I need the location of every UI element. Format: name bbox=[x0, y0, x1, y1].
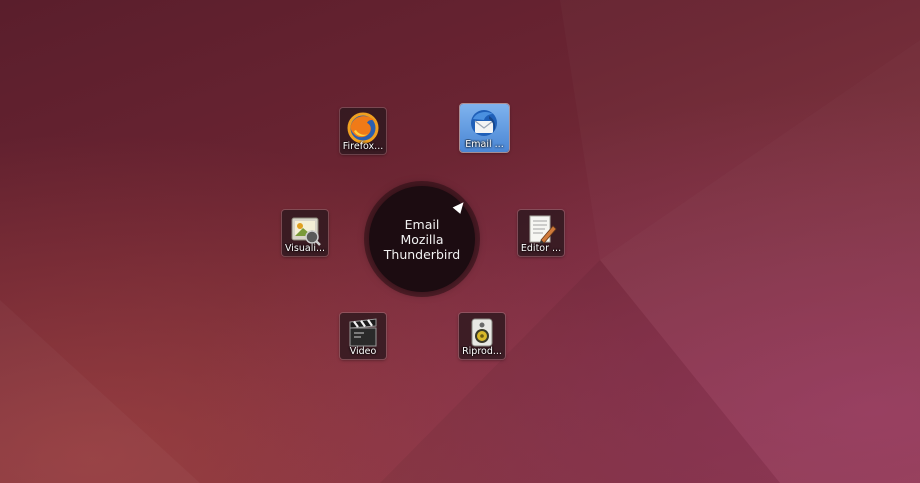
launcher-item-video[interactable]: Video bbox=[340, 313, 386, 359]
hub-title-line: Thunderbird bbox=[383, 246, 461, 262]
launcher-item-label: Video bbox=[349, 346, 377, 357]
launcher-item-label: Editor ... bbox=[520, 243, 562, 254]
launcher-item-label: Firefox... bbox=[342, 141, 384, 152]
launcher-item-text-editor[interactable]: Editor ... bbox=[518, 210, 564, 256]
launcher-item-label: Visuali... bbox=[284, 243, 326, 254]
launcher-item-firefox[interactable]: Firefox... bbox=[340, 108, 386, 154]
launcher-item-image-viewer[interactable]: Visuali... bbox=[282, 210, 328, 256]
launcher-item-label: Email ... bbox=[465, 139, 504, 150]
desktop-background: Firefox... Email ... Visuali... Editor .… bbox=[0, 0, 920, 483]
launcher-item-audio-player[interactable]: Riprod... bbox=[459, 313, 505, 359]
launcher-item-label: Riprod... bbox=[462, 346, 502, 357]
firefox-icon bbox=[347, 112, 379, 144]
text-editor-icon bbox=[529, 215, 557, 244]
thunderbird-icon bbox=[471, 110, 497, 136]
speaker-icon bbox=[471, 318, 493, 347]
image-viewer-icon bbox=[291, 217, 321, 246]
hub-title-line: Mozilla bbox=[400, 231, 444, 247]
video-clapperboard-icon bbox=[349, 318, 377, 347]
hub-title-line: Email bbox=[404, 216, 440, 232]
launcher-item-email[interactable]: Email ... bbox=[460, 104, 509, 152]
